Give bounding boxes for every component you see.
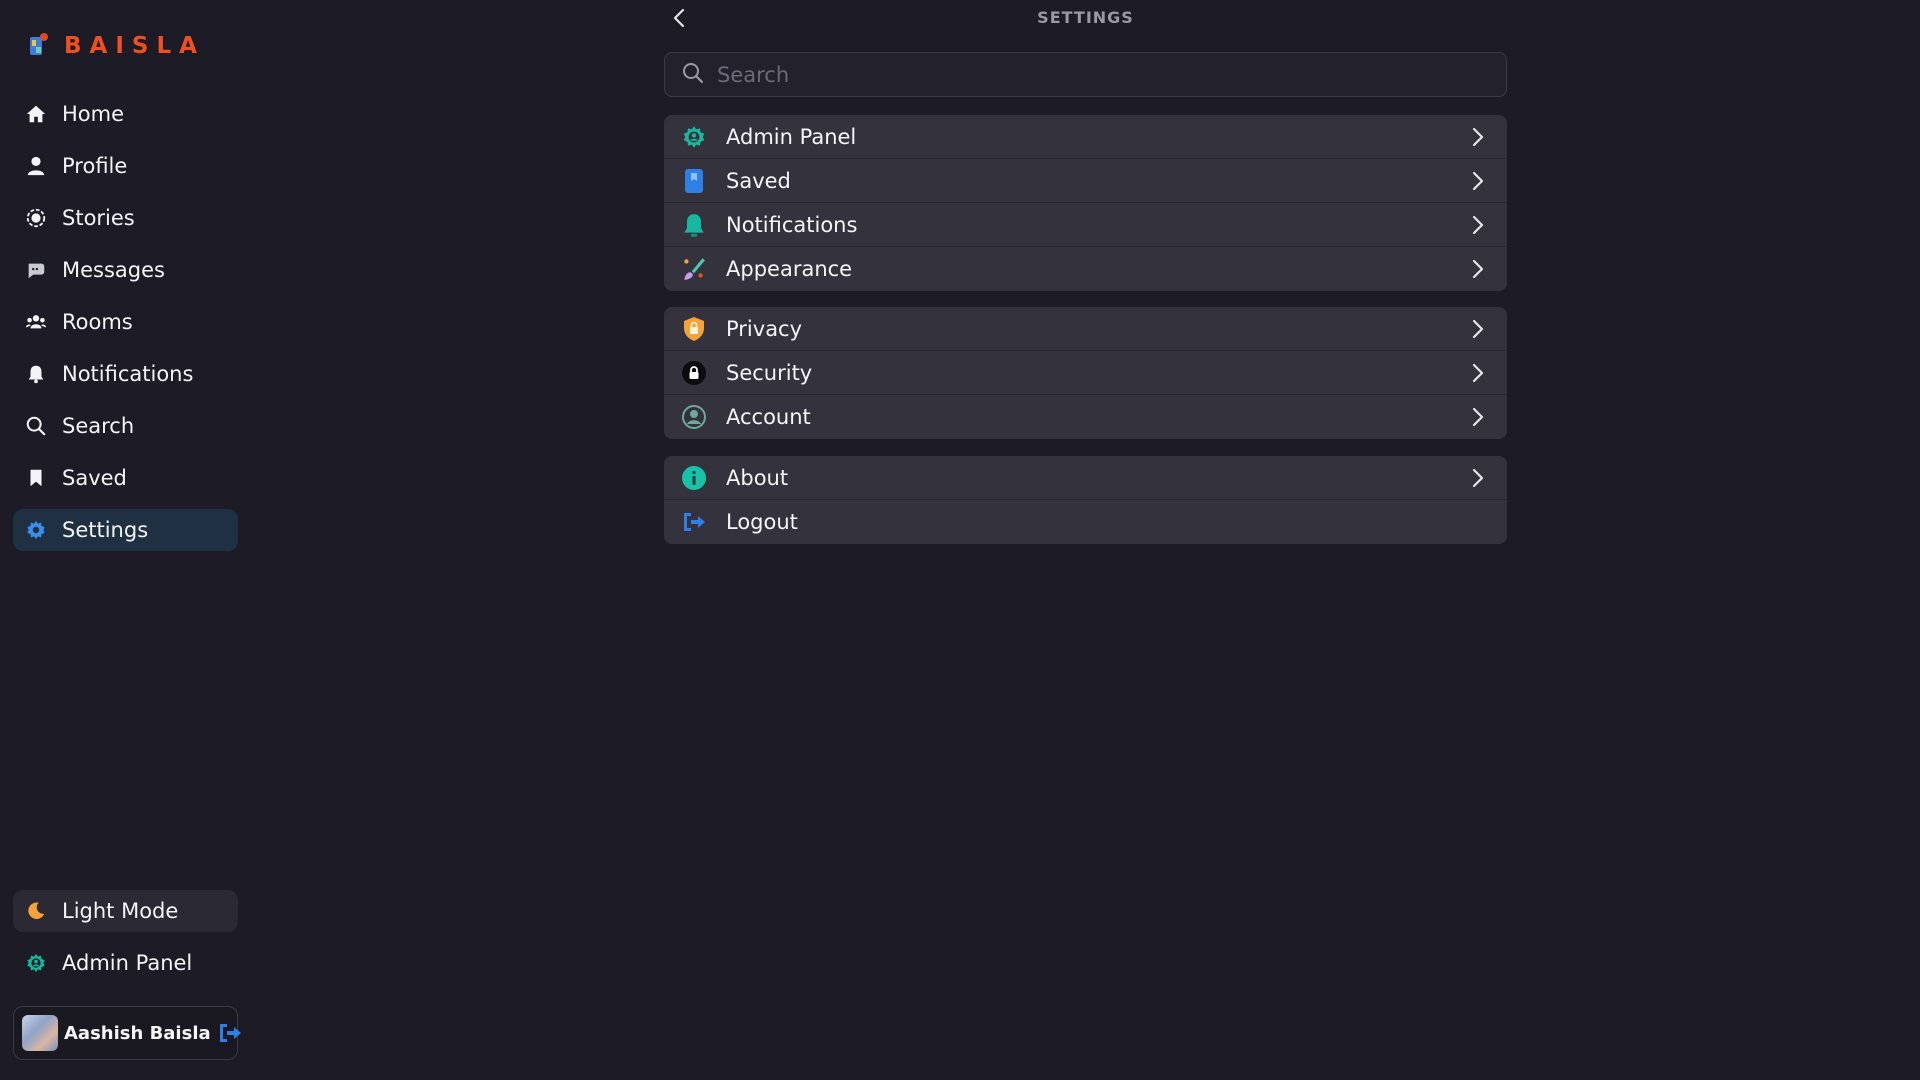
lock-icon (680, 359, 708, 387)
settings-row-appearance[interactable]: Appearance (664, 247, 1507, 291)
sidebar-item-label: Rooms (62, 310, 133, 334)
user-card[interactable]: Aashish Baisla (13, 1006, 241, 1060)
sidebar-item-messages[interactable]: Messages (13, 249, 238, 291)
sidebar: BAISLA Home Profile Stories Messages Roo… (0, 0, 252, 1080)
settings-row-label: Privacy (726, 316, 803, 341)
account-icon (680, 403, 708, 431)
settings-row-logout[interactable]: Logout (664, 500, 1507, 544)
sidebar-item-label: Profile (62, 154, 128, 178)
avatar (22, 1015, 58, 1051)
sidebar-item-label: Search (62, 414, 135, 438)
sidebar-item-rooms[interactable]: Rooms (13, 301, 238, 343)
chat-icon (24, 258, 48, 282)
chevron-right-icon (1463, 463, 1493, 493)
light-mode-toggle[interactable]: Light Mode (13, 890, 238, 932)
chevron-right-icon (1463, 210, 1493, 240)
sidebar-item-profile[interactable]: Profile (13, 145, 238, 187)
brand-name: BAISLA (64, 33, 205, 59)
settings-row-label: About (726, 465, 789, 490)
sidebar-item-label: Settings (62, 518, 149, 542)
sidebar-item-notifications[interactable]: Notifications (13, 353, 238, 395)
settings-row-security[interactable]: Security (664, 351, 1507, 395)
chevron-right-icon (1463, 402, 1493, 432)
settings-row-notifications[interactable]: Notifications (664, 203, 1507, 247)
logout-icon (680, 508, 708, 536)
sidebar-item-admin-panel[interactable]: Admin Panel (13, 942, 238, 984)
user-name: Aashish Baisla (64, 1022, 211, 1044)
chevron-right-icon (1463, 358, 1493, 388)
settings-row-label: Notifications (726, 212, 858, 237)
search-icon (681, 61, 705, 89)
chevron-right-icon (1463, 166, 1493, 196)
settings-row-admin-panel[interactable]: Admin Panel (664, 115, 1507, 159)
settings-group-about: About Logout (664, 456, 1507, 544)
search-icon (24, 414, 48, 438)
group-icon (24, 310, 48, 334)
settings-group-security: Privacy Security Account (664, 307, 1507, 439)
brand-logo[interactable]: BAISLA (28, 32, 205, 60)
sidebar-nav: Home Profile Stories Messages Rooms Noti… (13, 93, 238, 561)
user-icon (24, 154, 48, 178)
sidebar-item-stories[interactable]: Stories (13, 197, 238, 239)
home-icon (24, 102, 48, 126)
info-icon (680, 464, 708, 492)
stories-icon (24, 206, 48, 230)
settings-row-privacy[interactable]: Privacy (664, 307, 1507, 351)
bell-icon (24, 362, 48, 386)
shield-icon (680, 315, 708, 343)
settings-panel: SETTINGS Admin Panel Saved Notifica (664, 0, 1507, 544)
settings-row-label: Logout (726, 510, 798, 534)
sidebar-item-label: Stories (62, 206, 135, 230)
paint-brush-icon (680, 255, 708, 283)
bell-icon (680, 211, 708, 239)
sidebar-item-home[interactable]: Home (13, 93, 238, 135)
settings-row-account[interactable]: Account (664, 395, 1507, 439)
chevron-right-icon (1463, 314, 1493, 344)
moon-icon (24, 899, 48, 923)
chevron-right-icon (1463, 122, 1493, 152)
admin-panel-label: Admin Panel (62, 951, 193, 975)
sidebar-item-saved[interactable]: Saved (13, 457, 238, 499)
settings-header: SETTINGS (664, 0, 1507, 38)
settings-row-label: Appearance (726, 257, 853, 281)
bookmark-icon (680, 167, 708, 195)
sidebar-item-search[interactable]: Search (13, 405, 238, 447)
chevron-right-icon (1463, 254, 1493, 284)
settings-row-label: Saved (726, 168, 791, 193)
search-bar[interactable] (664, 52, 1507, 97)
sidebar-item-label: Saved (62, 466, 127, 490)
settings-row-label: Admin Panel (726, 124, 857, 149)
sidebar-item-label: Notifications (62, 362, 194, 386)
baisla-logo-icon (28, 31, 50, 61)
settings-group-general: Admin Panel Saved Notifications Appearan… (664, 115, 1507, 291)
page-title: SETTINGS (1037, 8, 1134, 27)
sidebar-item-label: Home (62, 102, 125, 126)
light-mode-label: Light Mode (62, 899, 179, 923)
admin-gear-icon (24, 951, 48, 975)
settings-row-saved[interactable]: Saved (664, 159, 1507, 203)
settings-row-label: Security (726, 360, 813, 385)
admin-gear-icon (680, 123, 708, 151)
settings-row-label: Account (726, 405, 811, 429)
logout-icon[interactable] (217, 1018, 243, 1048)
sidebar-item-label: Messages (62, 258, 165, 282)
settings-row-about[interactable]: About (664, 456, 1507, 500)
sidebar-item-settings[interactable]: Settings (13, 509, 238, 551)
bookmark-icon (24, 466, 48, 490)
gear-icon (24, 518, 48, 542)
search-input[interactable] (717, 62, 1477, 87)
